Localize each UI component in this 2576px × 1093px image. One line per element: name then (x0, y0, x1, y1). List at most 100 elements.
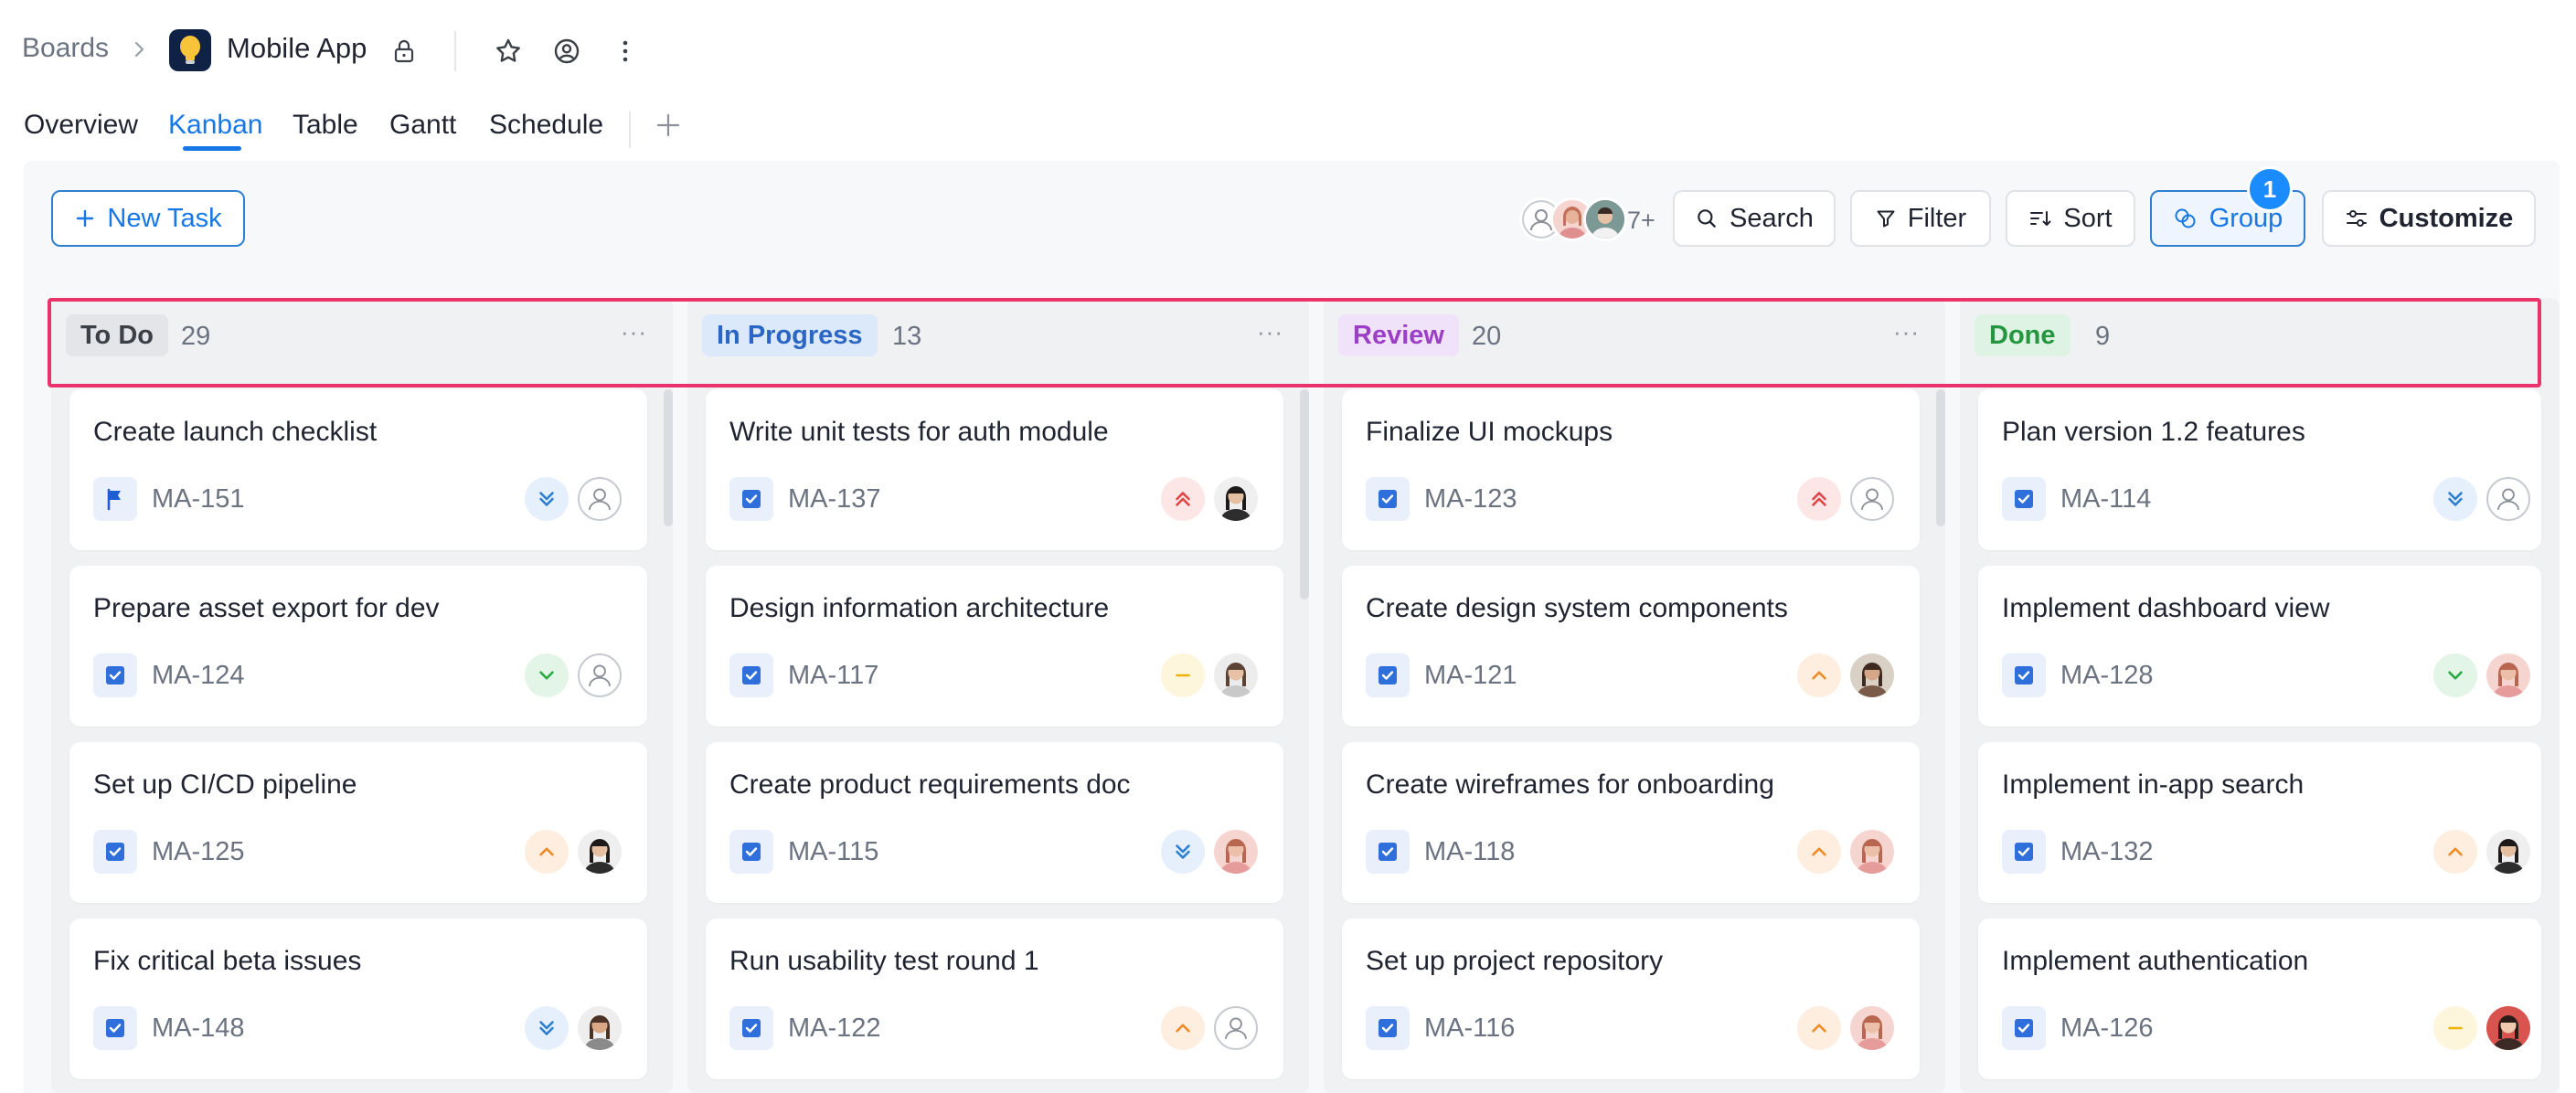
group-count-badge: 1 (2247, 166, 2293, 212)
priority-lowest-icon[interactable] (2433, 477, 2477, 521)
avatar[interactable] (1850, 830, 1894, 874)
priority-medium-icon[interactable] (2433, 1006, 2477, 1050)
task-card[interactable]: Implement authentication MA-126 (1978, 918, 2541, 1079)
sort-button[interactable]: Sort (2006, 190, 2135, 247)
avatar[interactable] (1214, 653, 1258, 697)
task-title: Finalize UI mockups (1366, 417, 1613, 447)
task-checkbox-icon (1366, 477, 1410, 521)
task-card[interactable]: Create design system components MA-121 (1342, 566, 1920, 727)
filter-label: Filter (1907, 203, 1967, 233)
task-card[interactable]: Implement in-app search MA-132 (1978, 742, 2541, 903)
tab-gantt[interactable]: Gantt (389, 110, 456, 141)
unassigned-user-icon[interactable] (578, 653, 622, 697)
avatar[interactable] (1214, 477, 1258, 521)
priority-high-icon[interactable] (2433, 830, 2477, 874)
task-checkbox-icon (93, 653, 137, 697)
avatar[interactable] (2486, 830, 2530, 874)
task-title: Create product requirements doc (729, 769, 1131, 800)
customize-label: Customize (2379, 203, 2514, 233)
priority-low-icon[interactable] (525, 653, 569, 697)
avatar[interactable] (1214, 830, 1258, 874)
priority-high-icon[interactable] (1161, 1006, 1205, 1050)
column-scrollbar[interactable] (1936, 389, 1945, 526)
avatar[interactable] (2486, 1006, 2530, 1050)
star-icon[interactable] (492, 35, 525, 68)
unassigned-user-icon[interactable] (2486, 477, 2530, 521)
avatar[interactable] (578, 1006, 622, 1050)
priority-high-icon[interactable] (1797, 830, 1841, 874)
unassigned-user-icon[interactable] (1850, 477, 1894, 521)
unassigned-user-icon[interactable] (1214, 1006, 1258, 1050)
lock-icon[interactable] (388, 35, 420, 68)
task-title: Set up project repository (1366, 946, 1664, 976)
task-card[interactable]: Set up CI/CD pipeline MA-125 (69, 742, 647, 903)
priority-highest-icon[interactable] (1797, 477, 1841, 521)
more-vertical-icon[interactable] (609, 35, 642, 68)
task-card[interactable]: Write unit tests for auth module MA-137 (706, 389, 1283, 550)
task-card[interactable]: Create product requirements doc MA-115 (706, 742, 1283, 903)
task-key: MA-125 (152, 837, 245, 866)
column-scrollbar[interactable] (1300, 389, 1309, 600)
task-checkbox-icon (729, 1006, 773, 1050)
priority-high-icon[interactable] (1797, 653, 1841, 697)
board-members[interactable]: 7+ (1519, 190, 1675, 247)
column-count: 9 (2095, 322, 2111, 351)
task-card[interactable]: Implement dashboard view MA-128 (1978, 566, 2541, 727)
column-scrollbar[interactable] (664, 389, 673, 526)
task-key: MA-115 (788, 837, 879, 866)
group-icon (2175, 208, 2196, 228)
new-task-button[interactable]: New Task (51, 190, 245, 247)
task-checkbox-icon (1366, 653, 1410, 697)
tab-table[interactable]: Table (293, 110, 358, 141)
active-tab-indicator (183, 146, 241, 151)
avatar[interactable] (578, 830, 622, 874)
column-count: 29 (181, 322, 211, 351)
priority-high-icon[interactable] (525, 830, 569, 874)
kanban-column: In Progress 13 ··· Write unit tests for aut… (687, 298, 1309, 1093)
filter-button[interactable]: Filter (1850, 190, 1991, 247)
task-key: MA-114 (2060, 484, 2152, 514)
task-card[interactable]: Set up project repository MA-116 (1342, 918, 1920, 1079)
priority-lowest-icon[interactable] (525, 477, 569, 521)
tab-schedule[interactable]: Schedule (489, 110, 603, 141)
task-card[interactable]: Finalize UI mockups MA-123 (1342, 389, 1920, 550)
task-card[interactable]: Fix critical beta issues MA-148 (69, 918, 647, 1079)
user-settings-icon[interactable] (550, 35, 583, 68)
header-divider (454, 31, 456, 71)
new-task-label: New Task (107, 203, 222, 233)
search-button[interactable]: Search (1673, 190, 1836, 247)
unassigned-user-icon[interactable] (578, 477, 622, 521)
task-card[interactable]: Prepare asset export for dev MA-124 (69, 566, 647, 727)
task-card[interactable]: Run usability test round 1 MA-122 (706, 918, 1283, 1079)
task-card[interactable]: Create wireframes for onboarding MA-118 (1342, 742, 1920, 903)
avatar[interactable] (2486, 653, 2530, 697)
column-more-icon[interactable]: ··· (1893, 318, 1920, 346)
task-title: Fix critical beta issues (93, 946, 362, 976)
column-status-pill: In Progress (702, 314, 878, 356)
column-more-icon[interactable]: ··· (621, 318, 647, 346)
tab-kanban[interactable]: Kanban (168, 110, 262, 141)
priority-highest-icon[interactable] (1161, 477, 1205, 521)
board-header: Boards Mobile App (0, 0, 2576, 102)
tab-overview[interactable]: Overview (24, 110, 138, 141)
task-checkbox-icon (1366, 830, 1410, 874)
add-view-icon[interactable] (655, 111, 682, 139)
priority-lowest-icon[interactable] (1161, 830, 1205, 874)
task-card[interactable]: Create launch checklist MA-151 (69, 389, 647, 550)
task-checkbox-icon (729, 830, 773, 874)
customize-button[interactable]: Customize (2322, 190, 2536, 247)
priority-lowest-icon[interactable] (525, 1006, 569, 1050)
avatar[interactable] (1850, 1006, 1894, 1050)
lightbulb-icon (169, 29, 211, 71)
breadcrumb-boards[interactable]: Boards (22, 33, 109, 64)
avatar[interactable] (1850, 653, 1894, 697)
task-title: Implement dashboard view (2002, 593, 2330, 623)
column-more-icon[interactable]: ··· (1257, 318, 1283, 346)
task-card[interactable]: Design information architecture MA-117 (706, 566, 1283, 727)
priority-high-icon[interactable] (1797, 1006, 1841, 1050)
search-label: Search (1730, 203, 1814, 233)
priority-medium-icon[interactable] (1161, 653, 1205, 697)
task-key: MA-151 (152, 484, 245, 514)
priority-low-icon[interactable] (2433, 653, 2477, 697)
task-card[interactable]: Plan version 1.2 features MA-114 (1978, 389, 2541, 550)
